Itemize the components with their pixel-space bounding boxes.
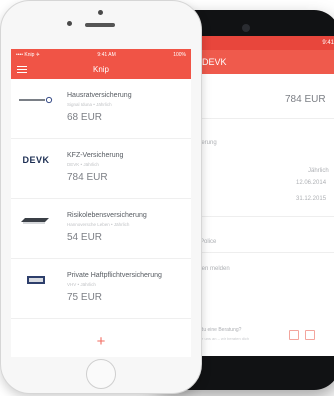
item-subtitle: DEVK • Jährlich bbox=[67, 162, 99, 167]
app-bar: Knip bbox=[11, 60, 191, 79]
item-title: Hausratversicherung bbox=[67, 92, 132, 99]
item-subtitle: Hannoversche Leben • Jährlich bbox=[67, 222, 130, 227]
signal-iduna-logo bbox=[19, 95, 53, 105]
start-date-value: 12.06.2014 bbox=[296, 180, 327, 186]
status-time: 9:41 AM bbox=[97, 51, 116, 58]
detail-title: DEVK bbox=[202, 57, 227, 67]
divider bbox=[190, 216, 334, 217]
divider bbox=[190, 118, 334, 119]
speaker-grille bbox=[85, 23, 115, 27]
detail-price: 784 EUR bbox=[285, 94, 326, 105]
add-contract-button[interactable]: + bbox=[95, 334, 107, 349]
item-price: 784 EUR bbox=[67, 172, 108, 183]
carrier-label: •••• Knip ✈ bbox=[16, 51, 40, 58]
hannoversche-logo bbox=[19, 215, 53, 225]
app-title: Knip bbox=[92, 65, 109, 74]
phone-icon[interactable] bbox=[305, 330, 315, 340]
item-subtitle: VHV • Jährlich bbox=[67, 282, 96, 287]
home-button[interactable] bbox=[86, 359, 116, 389]
end-date-value: 31.12.2015 bbox=[296, 196, 327, 202]
status-bar: 9:41 bbox=[190, 36, 334, 50]
contract-item-hausrat[interactable]: Hausratversicherung Signal Iduna • Jährl… bbox=[11, 79, 191, 139]
contract-item-risikoleben[interactable]: Risikolebensversicherung Hannoversche Le… bbox=[11, 199, 191, 259]
status-time: 9:41 bbox=[322, 40, 334, 46]
edit-icon[interactable] bbox=[289, 330, 299, 340]
battery-label: 100% bbox=[173, 51, 186, 58]
item-price: 54 EUR bbox=[67, 232, 103, 243]
contract-item-kfz[interactable]: DEVK KFZ-Versicherung DEVK • Jährlich 78… bbox=[11, 139, 191, 199]
divider bbox=[190, 252, 334, 253]
item-price: 68 EUR bbox=[67, 112, 103, 123]
contract-item-haftpflicht[interactable]: Private Haftpflichtversicherung VHV • Jä… bbox=[11, 259, 191, 319]
iphone: •••• Knip ✈ 9:41 AM 100% Knip Hausratver… bbox=[0, 0, 202, 394]
sensor-icon bbox=[67, 21, 72, 26]
item-title: Private Haftpflichtversicherung bbox=[67, 272, 162, 279]
camera-icon bbox=[98, 10, 103, 15]
item-price: 75 EUR bbox=[67, 292, 103, 303]
camera-icon bbox=[242, 24, 250, 32]
vhv-logo bbox=[19, 275, 53, 285]
detail-screen: 9:41 DEVK 784 EUR cherung Jährlich 12.06… bbox=[190, 36, 334, 356]
item-subtitle: Signal Iduna • Jährlich bbox=[67, 102, 112, 107]
contracts-screen: •••• Knip ✈ 9:41 AM 100% Knip Hausratver… bbox=[11, 49, 191, 357]
status-bar: •••• Knip ✈ 9:41 AM 100% bbox=[11, 49, 191, 60]
interval-value: Jährlich bbox=[308, 168, 329, 174]
item-title: KFZ-Versicherung bbox=[67, 152, 124, 159]
item-title: Risikolebensversicherung bbox=[67, 212, 147, 219]
hamburger-menu-icon[interactable] bbox=[17, 66, 27, 73]
devk-logo: DEVK bbox=[22, 155, 50, 165]
app-bar: DEVK bbox=[190, 50, 334, 74]
